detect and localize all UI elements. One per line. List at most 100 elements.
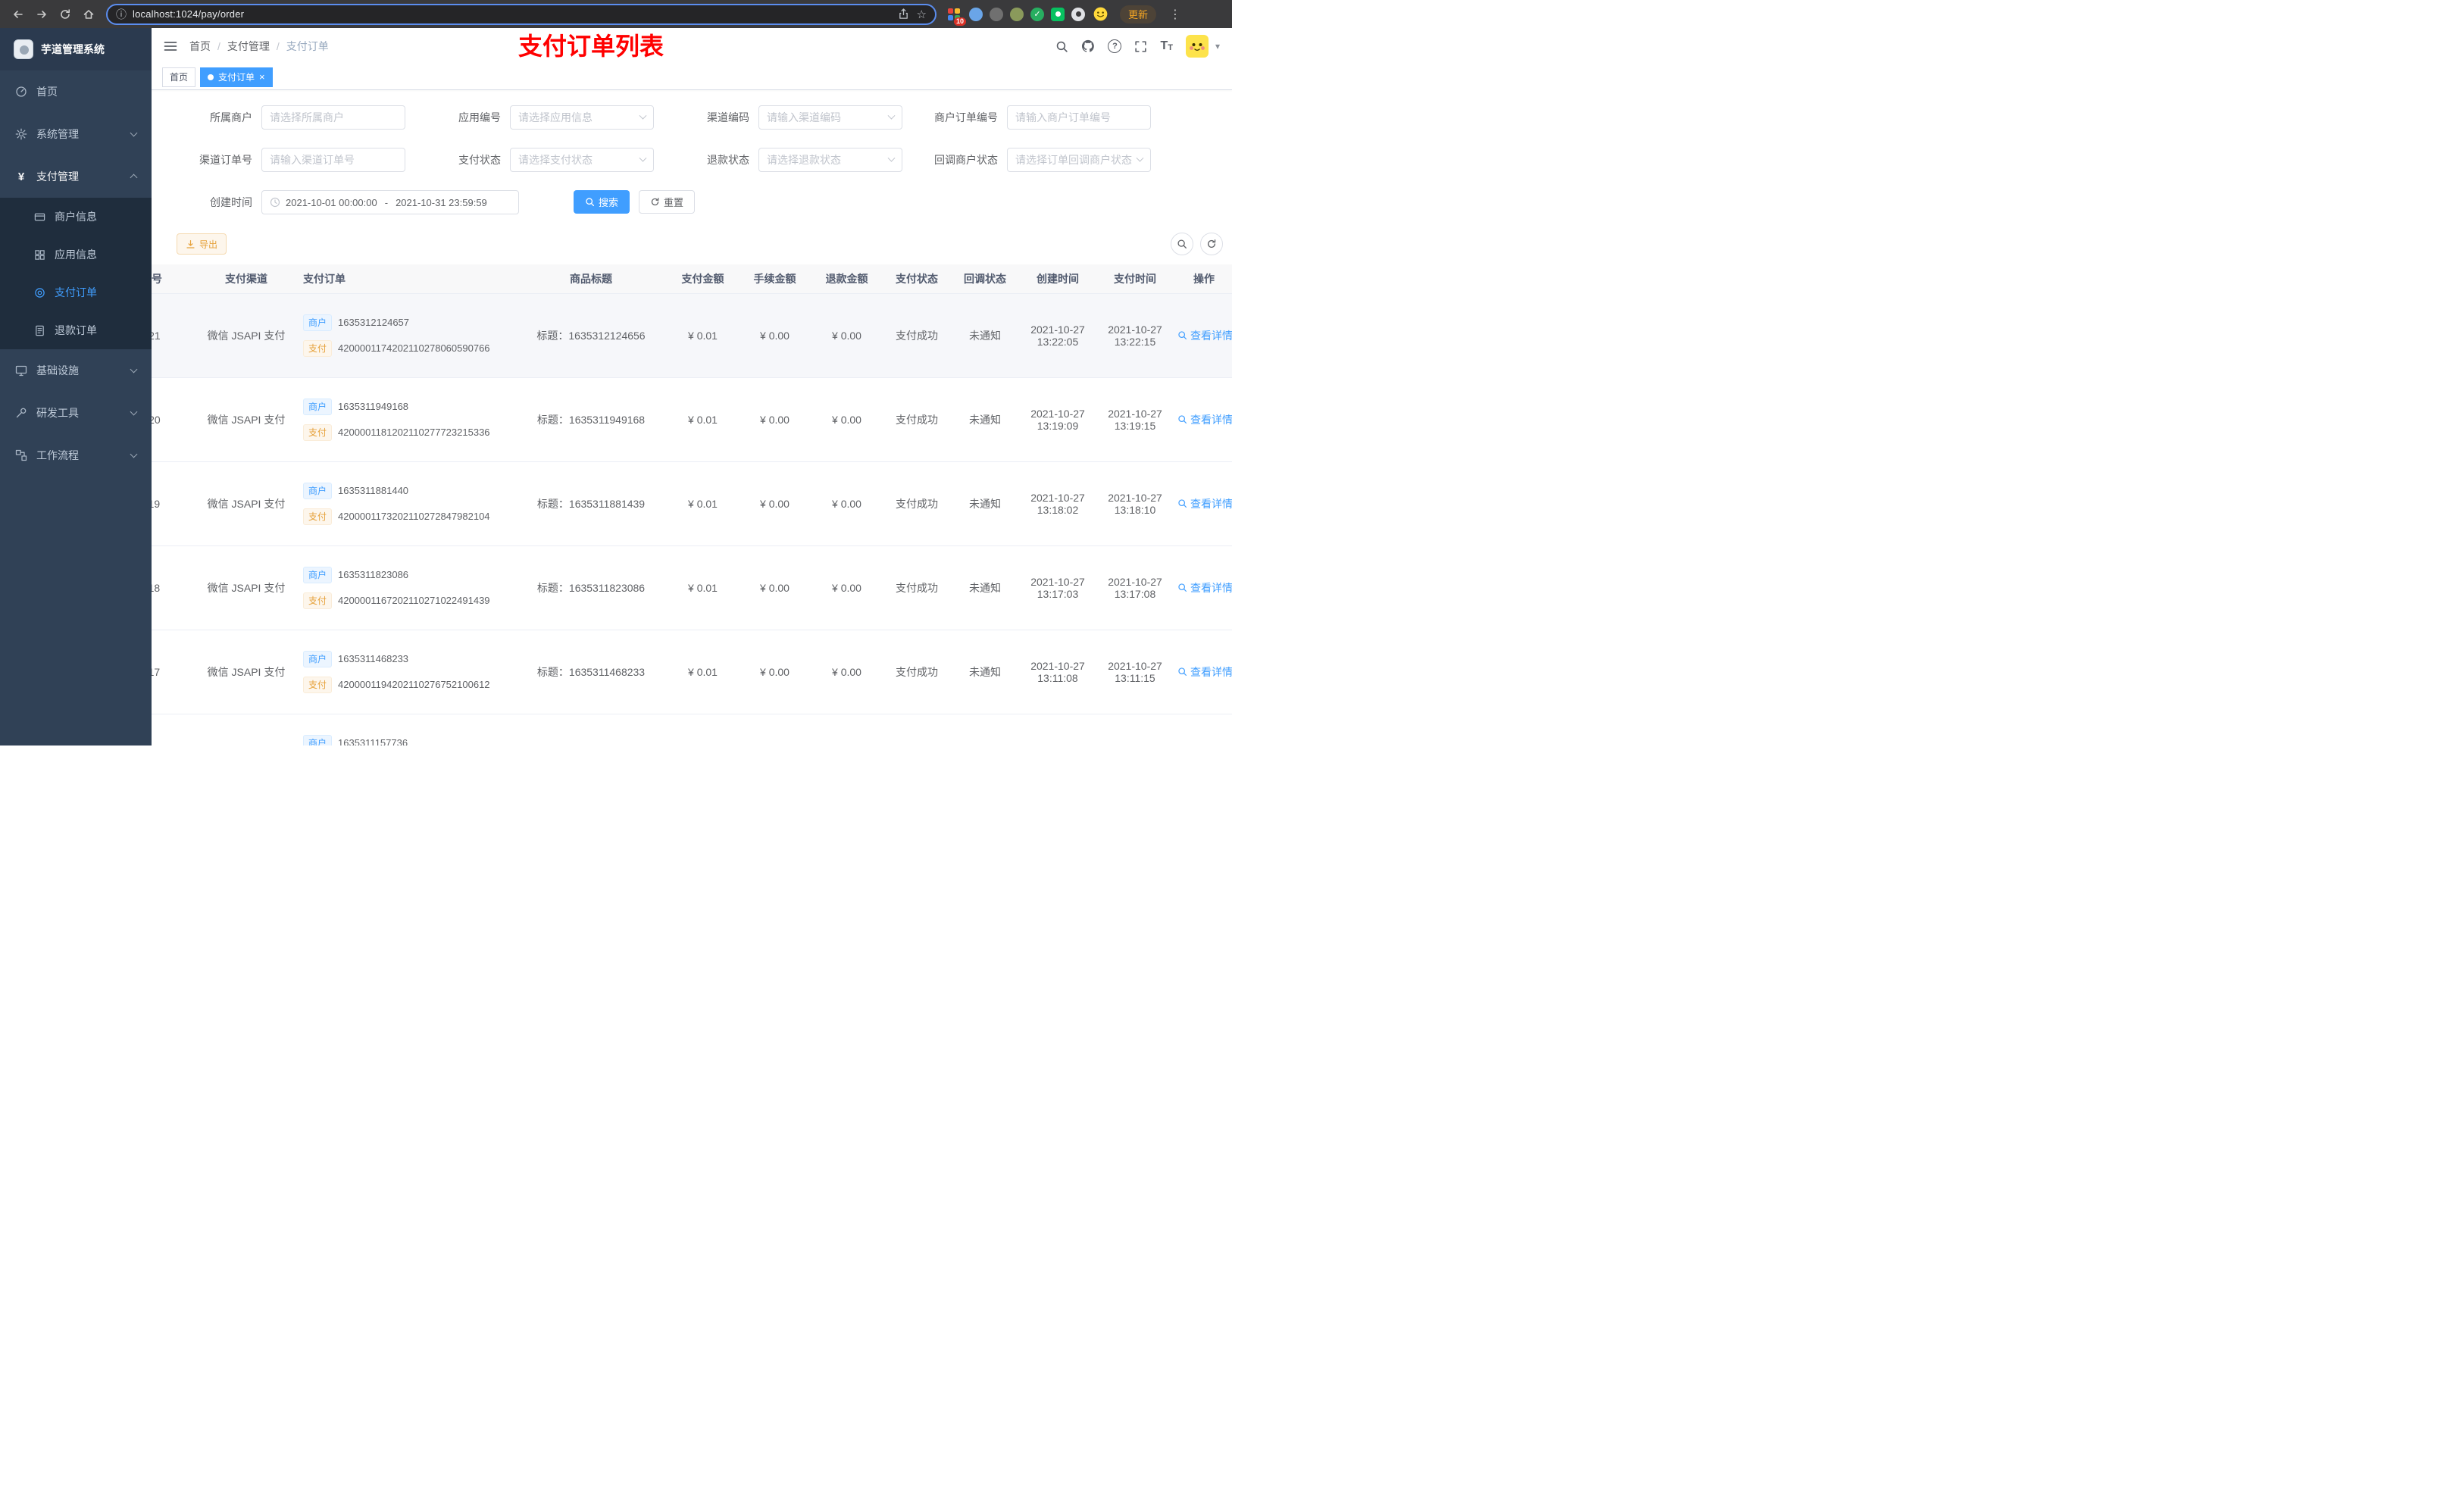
extensions-area: 10 ✓ 更新 ⋮ [946,5,1224,26]
search-button[interactable]: 搜索 [574,190,630,214]
channel-order-field[interactable] [270,154,397,166]
table-row[interactable]: 119 微信 JSAPI 支付 商户 1635311881440 支付 [152,461,1232,546]
sidebar-item-payment[interactable]: ¥ 支付管理 [0,155,152,198]
notify-status-select[interactable] [1007,148,1151,172]
logo[interactable]: 芋道管理系统 [0,28,152,70]
pay-tag: 支付 [303,339,333,357]
bookmark-star-icon[interactable]: ☆ [917,8,927,21]
tab-pay-order[interactable]: 支付订单 × [200,67,273,87]
view-detail-link[interactable]: 查看详情 [1177,664,1232,680]
browser-reload-icon[interactable] [55,4,75,24]
view-detail-link[interactable]: 查看详情 [1177,496,1232,511]
cell-actions: 查看详情 [1174,545,1232,630]
sidebar-item-app-info[interactable]: 应用信息 [0,236,152,274]
tab-close-icon[interactable]: × [259,72,265,82]
extension-blue-icon[interactable] [969,7,983,21]
view-detail-link[interactable]: 查看详情 [1177,580,1232,595]
extension-gray-icon[interactable] [990,7,1003,21]
extension-chat-icon[interactable] [1051,7,1065,21]
view-detail-link[interactable]: 查看详情 [1177,328,1232,343]
refresh-button[interactable] [1200,233,1223,255]
create-time-range-picker[interactable]: 2021-10-01 00:00:00 - 2021-10-31 23:59:5… [261,190,519,214]
date-end[interactable]: 2021-10-31 23:59:59 [396,197,487,208]
extension-olive-icon[interactable] [1010,7,1024,21]
reset-button[interactable]: 重置 [639,190,696,214]
tab-home[interactable]: 首页 [162,67,196,87]
sidebar-item-home[interactable]: 首页 [0,70,152,113]
pay-tag: 支付 [303,676,333,693]
merchant-input-field[interactable] [270,111,397,123]
sidebar-item-system[interactable]: 系统管理 [0,113,152,155]
site-info-icon[interactable]: ⓘ [116,7,127,22]
channel-order-input[interactable] [261,148,405,172]
breadcrumb-item-home[interactable]: 首页 [189,39,211,54]
extension-check-icon[interactable]: ✓ [1030,7,1044,21]
view-detail-label: 查看详情 [1190,413,1232,426]
chevron-down-icon [130,408,138,416]
merchant-tag: 商户 [303,650,333,667]
share-icon[interactable] [898,8,909,20]
app-select[interactable] [510,105,654,130]
pay-status-select[interactable] [510,148,654,172]
user-avatar[interactable] [1185,35,1209,58]
view-detail-link[interactable]: 查看详情 [1177,412,1232,427]
table-row[interactable]: 117 微信 JSAPI 支付 商户 1635311468233 支付 [152,630,1232,714]
sidebar-item-workflow[interactable]: 工作流程 [0,434,152,477]
app-select-field[interactable] [518,111,637,123]
browser-menu-icon[interactable]: ⋮ [1169,7,1182,22]
table-row[interactable]: 118 微信 JSAPI 支付 商户 1635311823086 支付 [152,545,1232,630]
extensions-pin-icon[interactable] [1071,7,1085,21]
yen-icon: ¥ [17,170,25,183]
date-start[interactable]: 2021-10-01 00:00:00 [286,197,377,208]
channel-code-field[interactable] [767,111,886,123]
table-row[interactable]: 120 微信 JSAPI 支付 商户 1635311949168 支付 [152,377,1232,462]
browser-forward-icon[interactable] [31,4,52,24]
pay-status-field[interactable] [518,154,637,166]
table-header-row: 编号 支付渠道 支付订单 商品标题 支付金额 手续金额 退款金额 支付状态 回调… [152,264,1232,294]
refund-status-select[interactable] [758,148,902,172]
merchant-input[interactable] [261,105,405,130]
col-product-title: 商品标题 [515,264,667,294]
export-button[interactable]: 导出 [177,233,227,255]
hide-search-button[interactable] [1171,233,1193,255]
cell-actions: 查看详情 [1174,377,1232,462]
header-actions: ? TT ▾ [1055,35,1220,58]
tab-label: 首页 [170,72,189,83]
filter-label: 回调商户状态 [934,154,998,166]
cell-channel: 微信 JSAPI 支付 [197,377,295,462]
export-button-label: 导出 [199,239,218,250]
merchant-order-input[interactable] [1007,105,1151,130]
merchant-order-no: 1635311157736 [338,737,408,746]
help-icon[interactable]: ? [1108,39,1122,53]
user-menu-caret-icon[interactable]: ▾ [1215,41,1220,52]
sidebar-item-infrastructure[interactable]: 基础设施 [0,349,152,392]
page-content: 所属商户 应用编号 渠道编码 [152,90,1232,746]
sidebar-item-dev-tools[interactable]: 研发工具 [0,392,152,434]
sidebar-toggle-icon[interactable] [164,40,177,52]
sidebar-item-merchant-info[interactable]: 商户信息 [0,198,152,236]
sidebar-item-pay-order[interactable]: 支付订单 [0,274,152,311]
browser-update-button[interactable]: 更新 [1120,5,1157,23]
github-icon[interactable] [1081,39,1095,53]
channel-code-select[interactable] [758,105,902,130]
cell-refund-amount: ¥ 0.00 [811,545,883,630]
notify-status-field[interactable] [1015,154,1134,166]
extension-tabs-icon[interactable]: 10 [946,6,966,26]
address-bar[interactable]: ⓘ localhost:1024/pay/order ☆ [106,3,937,25]
search-icon[interactable] [1055,40,1068,53]
cell-pay-order: 商户 1635312124657 支付 42000011742021102780… [295,293,515,378]
sidebar-item-refund-order[interactable]: 退款订单 [0,311,152,349]
browser-home-icon[interactable] [78,4,98,24]
breadcrumb-item-payment[interactable]: 支付管理 [227,39,270,54]
merchant-order-field[interactable] [1015,111,1143,123]
cell-pay-order: 商户 1635311949168 支付 42000011812021102777… [295,377,515,462]
cell-id: 121 [152,293,197,378]
extension-smiley-icon[interactable] [1092,6,1108,23]
refund-status-field[interactable] [767,154,886,166]
browser-back-icon[interactable] [8,4,28,24]
filter-refund-status: 退款状态 [675,148,902,172]
table-row[interactable]: 商户 1635311157736 支付 [152,714,1232,746]
font-size-icon[interactable]: TT [1160,40,1173,52]
table-row[interactable]: 121 微信 JSAPI 支付 商户 1635312124657 支付 [152,293,1232,378]
fullscreen-icon[interactable] [1134,40,1147,53]
